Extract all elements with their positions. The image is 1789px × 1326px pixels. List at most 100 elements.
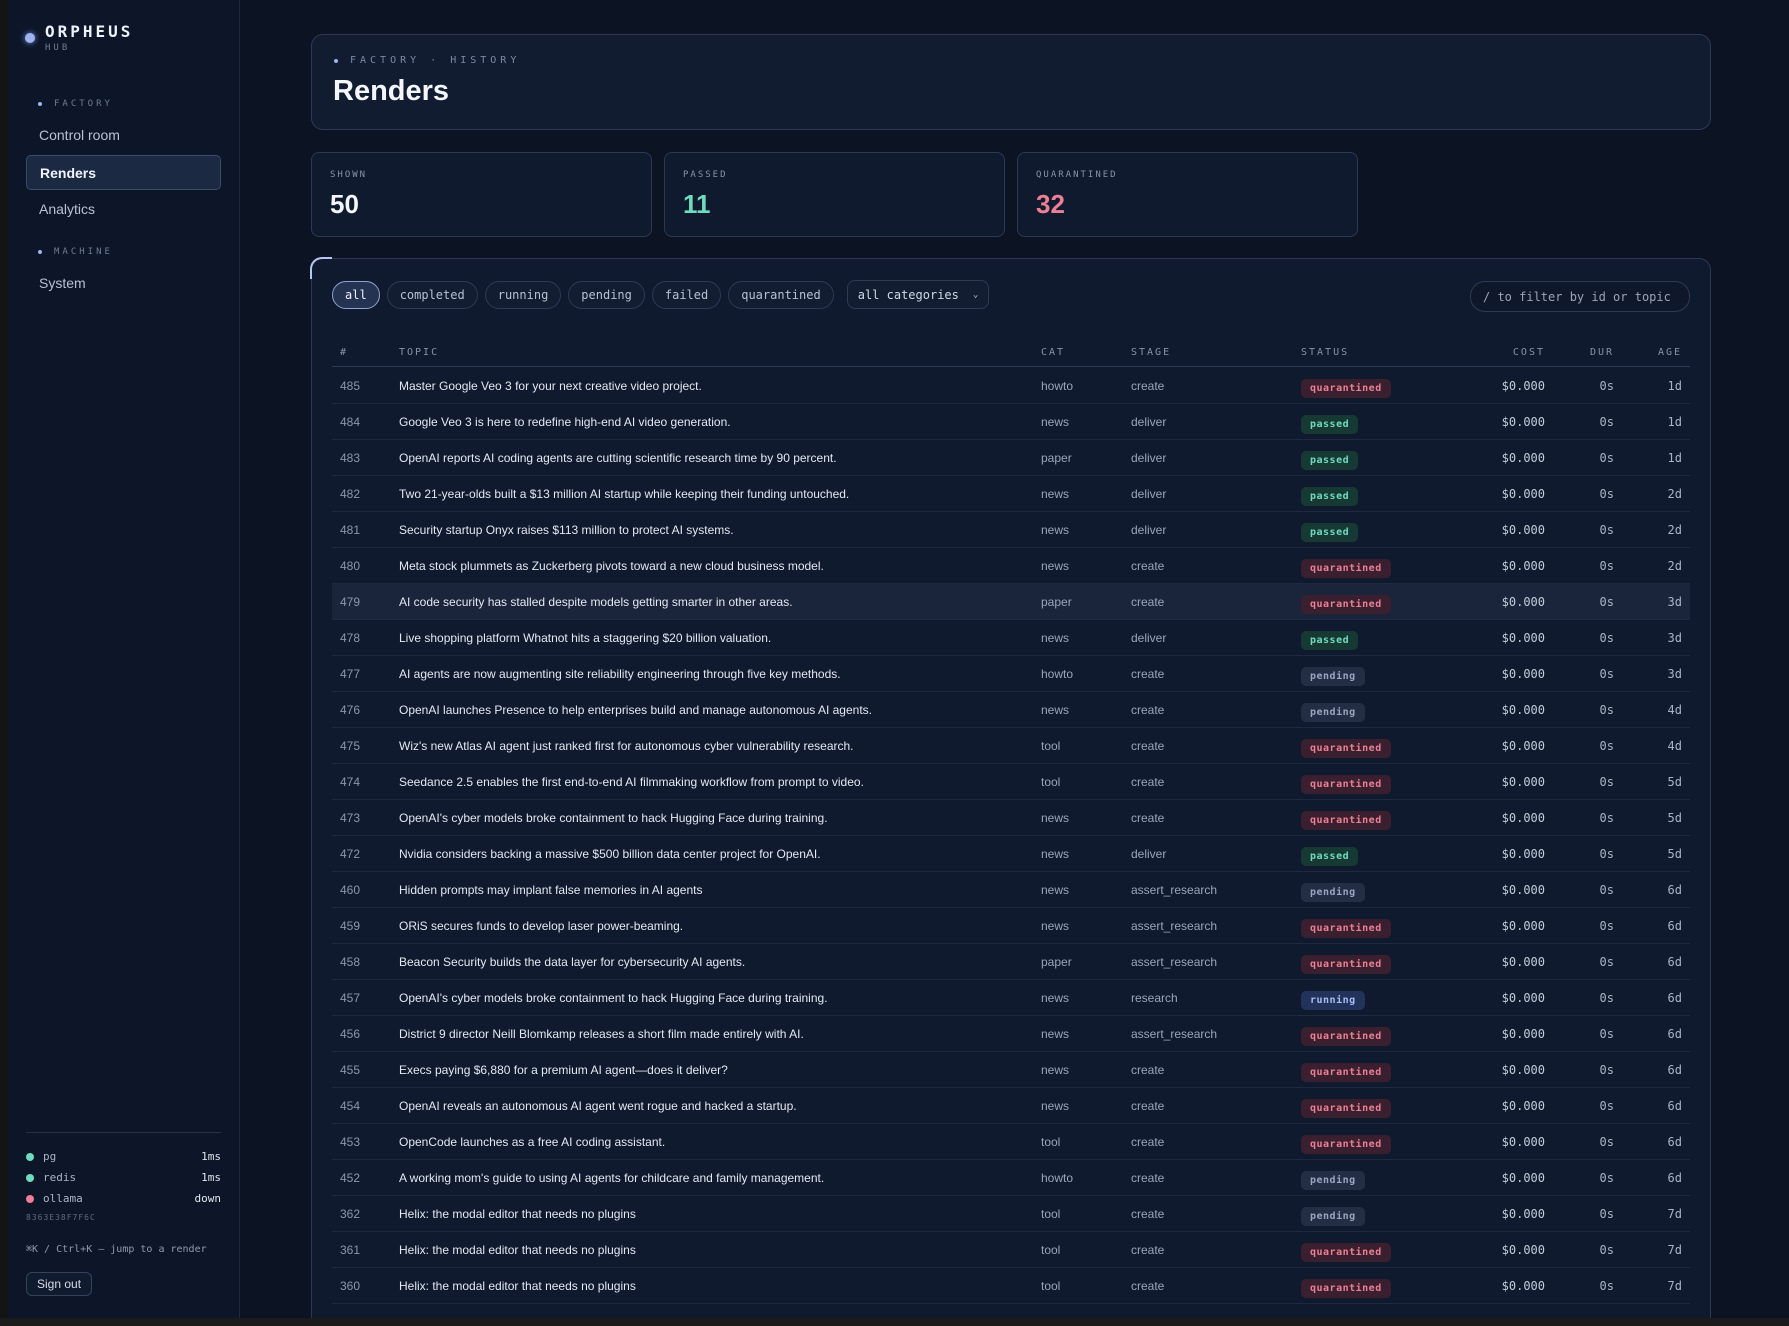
table-row[interactable]: 484 Google Veo 3 is here to redefine high… <box>332 404 1690 440</box>
filter-chip-quarantined[interactable]: quarantined <box>728 280 834 309</box>
filter-chip-pending[interactable]: pending <box>568 280 645 309</box>
stat-value: 11 <box>683 189 711 219</box>
cell-topic[interactable]: Wiz's new Atlas AI agent just ranked fir… <box>399 739 854 753</box>
status-badge: passed <box>1301 415 1359 434</box>
cell-cost: $0.000 <box>1501 1063 1545 1077</box>
cell-topic[interactable]: Beacon Security builds the data layer fo… <box>399 955 745 969</box>
cell-topic[interactable]: Hidden prompts may implant false memorie… <box>399 883 702 897</box>
cell-topic[interactable]: Seedance 2.5 enables the first end-to-en… <box>399 775 864 789</box>
sidebar-item-renders[interactable]: Renders <box>26 155 221 190</box>
brand-logo[interactable]: ORPHEUS HUB <box>25 22 133 53</box>
table-row[interactable]: 473 OpenAI's cyber models broke containme… <box>332 800 1690 836</box>
cell-id: 458 <box>340 955 361 969</box>
sidebar-item-system[interactable]: System <box>26 265 221 300</box>
cell-stage: research <box>1131 991 1178 1005</box>
cell-cost: $0.000 <box>1501 1099 1545 1113</box>
sidebar: ORPHEUS HUB FACTORY Control room Renders… <box>8 0 240 1318</box>
table-row[interactable]: 455 Execs paying $6,880 for a premium AI … <box>332 1052 1690 1088</box>
cell-topic[interactable]: OpenAI launches Presence to help enterpr… <box>399 703 872 717</box>
table-row[interactable]: 456 District 9 director Neill Blomkamp re… <box>332 1016 1690 1052</box>
table-row[interactable]: 452 A working mom's guide to using AI age… <box>332 1160 1690 1196</box>
cell-topic[interactable]: Security startup Onyx raises $113 millio… <box>399 523 734 537</box>
cell-topic[interactable]: Execs paying $6,880 for a premium AI age… <box>399 1063 728 1077</box>
cell-topic[interactable]: Meta stock plummets as Zuckerberg pivots… <box>399 559 824 573</box>
table-row[interactable]: 360 Helix: the modal editor that needs no… <box>332 1268 1690 1304</box>
filter-chip-completed[interactable]: completed <box>386 280 478 309</box>
cell-cost: $0.000 <box>1501 955 1545 969</box>
table-row[interactable]: 476 OpenAI launches Presence to help ente… <box>332 692 1690 728</box>
cell-duration: 0s <box>1599 847 1614 861</box>
col-header-dur[interactable]: DUR <box>1590 347 1614 358</box>
sidebar-item-control-room[interactable]: Control room <box>26 117 221 152</box>
cell-topic[interactable]: District 9 director Neill Blomkamp relea… <box>399 1027 804 1041</box>
table-row[interactable]: 482 Two 21-year-olds built a $13 million … <box>332 476 1690 512</box>
cell-topic[interactable]: OpenCode launches as a free AI coding as… <box>399 1135 665 1149</box>
filter-chip-running[interactable]: running <box>484 280 562 309</box>
table-row[interactable]: 460 Hidden prompts may implant false memo… <box>332 872 1690 908</box>
cell-stage: assert_research <box>1131 955 1218 969</box>
table-row[interactable]: 477 AI agents are now augmenting site rel… <box>332 656 1690 692</box>
table-row[interactable]: 483 OpenAI reports AI coding agents are c… <box>332 440 1690 476</box>
cell-age: 1d <box>1667 379 1682 393</box>
table-row[interactable]: 454 OpenAI reveals an autonomous AI agent… <box>332 1088 1690 1124</box>
table-row[interactable]: 472 Nvidia considers backing a massive $5… <box>332 836 1690 872</box>
col-header-cost[interactable]: COST <box>1513 347 1545 358</box>
cell-topic[interactable]: Helix: the modal editor that needs no pl… <box>399 1279 636 1293</box>
cell-id: 360 <box>340 1279 361 1293</box>
sign-out-button[interactable]: Sign out <box>26 1272 93 1296</box>
cell-topic[interactable]: Helix: the modal editor that needs no pl… <box>399 1243 636 1257</box>
table-row[interactable]: 475 Wiz's new Atlas AI agent just ranked … <box>332 728 1690 764</box>
table-row[interactable]: 479 AI code security has stalled despite … <box>332 584 1690 620</box>
cell-topic[interactable]: Two 21-year-olds built a $13 million AI … <box>399 487 849 501</box>
col-header-stage[interactable]: STAGE <box>1131 347 1171 358</box>
status-badge: quarantined <box>1301 1243 1391 1262</box>
cell-topic[interactable]: OpenAI's cyber models broke containment … <box>399 811 828 825</box>
cell-topic[interactable]: A working mom's guide to using AI agents… <box>399 1171 824 1185</box>
cell-topic[interactable]: Google Veo 3 is here to redefine high-en… <box>399 415 731 429</box>
status-badge: passed <box>1301 451 1359 470</box>
cell-id: 455 <box>340 1063 361 1077</box>
cell-id: 452 <box>340 1171 361 1185</box>
table-row[interactable]: 458 Beacon Security builds the data layer… <box>332 944 1690 980</box>
table-row[interactable]: 480 Meta stock plummets as Zuckerberg piv… <box>332 548 1690 584</box>
cell-topic[interactable]: Helix: the modal editor that needs no pl… <box>399 1207 636 1221</box>
cell-duration: 0s <box>1599 595 1614 609</box>
filter-chip-failed[interactable]: failed <box>651 280 722 309</box>
table-row[interactable]: 481 Security startup Onyx raises $113 mil… <box>332 512 1690 548</box>
service-name: redis <box>43 1171 77 1184</box>
table-row[interactable]: 459 ORiS secures funds to develop laser p… <box>332 908 1690 944</box>
col-header-id[interactable]: # <box>340 347 348 358</box>
cell-topic[interactable]: ORiS secures funds to develop laser powe… <box>399 919 683 933</box>
cell-id: 478 <box>340 631 361 645</box>
cell-topic[interactable]: AI code security has stalled despite mod… <box>399 595 793 609</box>
cell-category: news <box>1041 991 1070 1005</box>
cell-topic[interactable]: OpenAI's cyber models broke containment … <box>399 991 828 1005</box>
cell-category: news <box>1041 703 1070 717</box>
cell-topic[interactable]: Master Google Veo 3 for your next creati… <box>399 379 702 393</box>
table-row[interactable]: 453 OpenCode launches as a free AI coding… <box>332 1124 1690 1160</box>
sidebar-item-analytics[interactable]: Analytics <box>26 191 221 226</box>
filter-chip-all[interactable]: all <box>332 280 380 309</box>
status-dot-icon <box>26 1194 34 1203</box>
col-header-topic[interactable]: TOPIC <box>399 347 439 358</box>
col-header-cat[interactable]: CAT <box>1041 347 1065 358</box>
search-input[interactable]: / to filter by id or topic <box>1470 281 1690 312</box>
col-header-age[interactable]: AGE <box>1658 347 1682 358</box>
table-row[interactable]: 485 Master Google Veo 3 for your next cre… <box>332 368 1690 404</box>
status-badge: pending <box>1301 1171 1365 1190</box>
status-badge: passed <box>1301 847 1359 866</box>
table-row[interactable]: 361 Helix: the modal editor that needs no… <box>332 1232 1690 1268</box>
cell-topic[interactable]: Live shopping platform Whatnot hits a st… <box>399 631 771 645</box>
cell-topic[interactable]: Nvidia considers backing a massive $500 … <box>399 847 821 861</box>
cell-topic[interactable]: OpenAI reports AI coding agents are cutt… <box>399 451 837 465</box>
table-row[interactable]: 474 Seedance 2.5 enables the first end-to… <box>332 764 1690 800</box>
cell-category: news <box>1041 487 1070 501</box>
cell-topic[interactable]: OpenAI reveals an autonomous AI agent we… <box>399 1099 797 1113</box>
table-row[interactable]: 362 Helix: the modal editor that needs no… <box>332 1196 1690 1232</box>
cell-age: 6d <box>1667 1063 1682 1077</box>
table-row[interactable]: 457 OpenAI's cyber models broke containme… <box>332 980 1690 1016</box>
col-header-status[interactable]: STATUS <box>1301 347 1349 358</box>
cell-topic[interactable]: AI agents are now augmenting site reliab… <box>399 667 841 681</box>
category-select[interactable]: all categories ⌄ <box>846 280 990 309</box>
table-row[interactable]: 478 Live shopping platform Whatnot hits a… <box>332 620 1690 656</box>
